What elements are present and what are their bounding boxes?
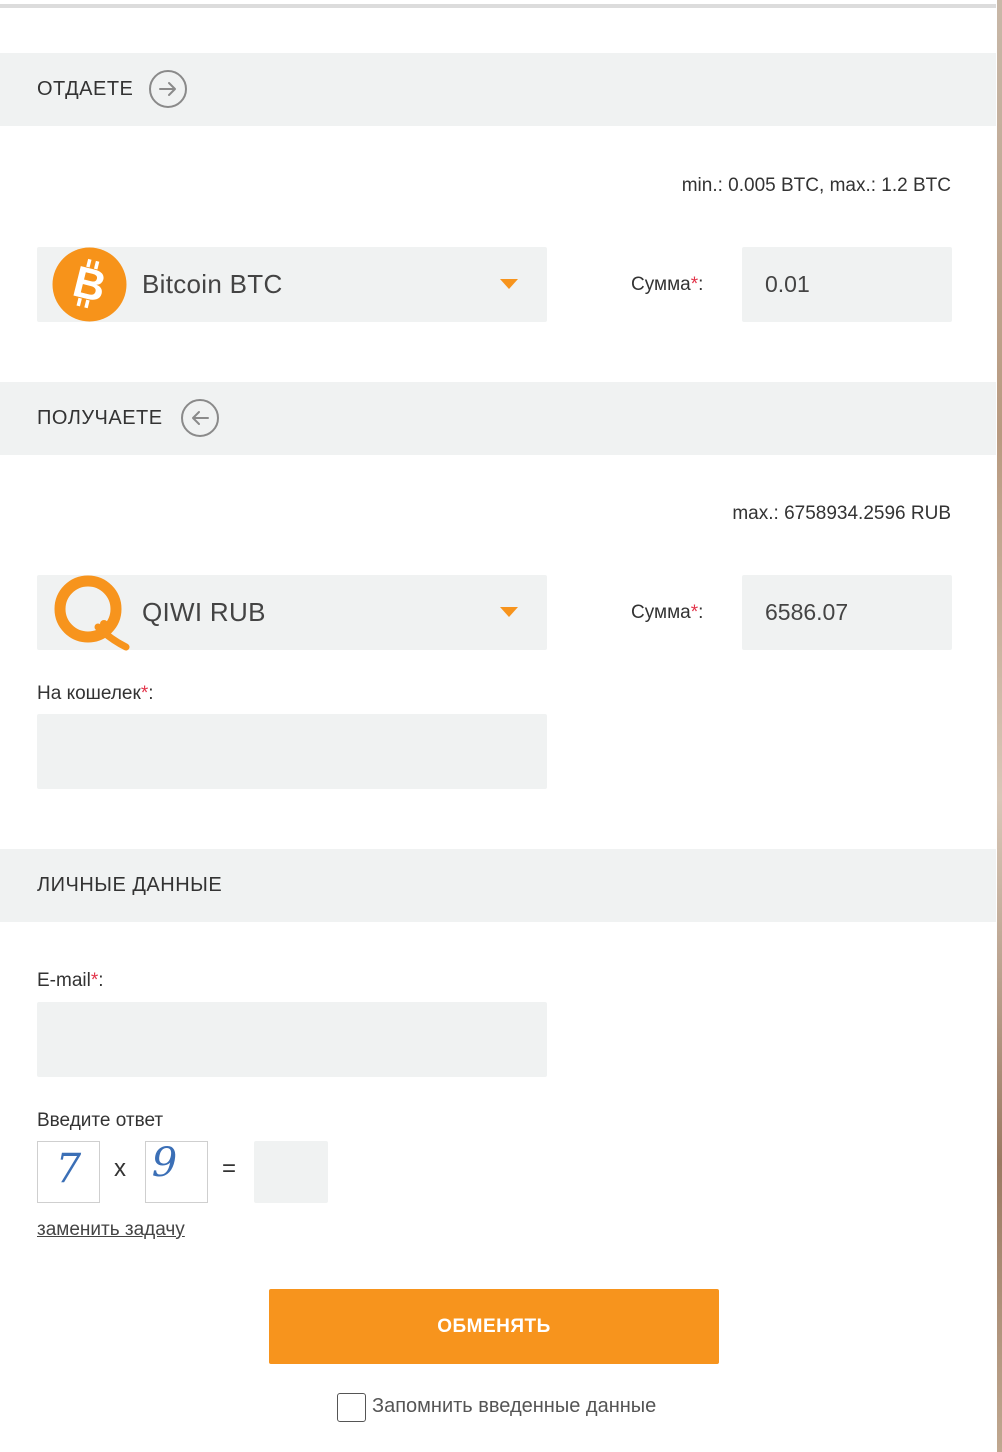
chevron-down-icon[interactable] [500,607,518,617]
give-section-header: ОТДАЕТЕ [0,53,996,126]
give-sum-input[interactable]: 0.01 [742,247,952,322]
give-currency-select[interactable]: B Bitcoin BTC [37,247,547,322]
exchange-button[interactable]: ОБМЕНЯТЬ [269,1289,719,1364]
captcha-digit-a: 7 [55,1146,82,1192]
receive-currency-select[interactable]: QIWI RUB [37,575,547,651]
captcha-label: Введите ответ [37,1110,164,1131]
captcha-image-b: 9 [145,1140,208,1203]
receive-sum-input[interactable]: 6586.07 [742,575,952,650]
qiwi-logo-icon [54,575,130,651]
give-currency-label: Bitcoin BTC [142,269,283,299]
remember-checkbox[interactable] [337,1393,366,1422]
receive-currency-label: QIWI RUB [142,597,266,627]
email-label: E-mail*: [37,970,104,991]
give-sum-label: Сумма*: [631,274,704,295]
captcha-operator: x [114,1155,126,1182]
bitcoin-logo-icon: B [52,247,127,322]
personal-section-header: ЛИЧНЫЕ ДАННЫЕ [0,849,996,922]
wallet-label: На кошелек*: [37,683,154,704]
arrow-left-circle-icon [181,399,219,437]
top-divider [0,4,996,8]
remember-label[interactable]: Запомнить введенные данные [372,1395,656,1418]
replace-captcha-link[interactable]: заменить задачу [37,1219,185,1241]
give-limits: min.: 0.005 BTC, max.: 1.2 BTC [681,175,951,196]
captcha-answer-input[interactable] [254,1141,328,1203]
wallet-input[interactable] [37,714,547,789]
captcha-image-a: 7 [37,1141,100,1203]
captcha-equals: = [222,1155,237,1182]
receive-section-title: ПОЛУЧАЕТЕ [37,407,163,429]
receive-section-header: ПОЛУЧАЕТЕ [0,382,996,455]
give-section-title: ОТДАЕТЕ [37,78,134,100]
background-edge [997,0,1002,1452]
captcha-digit-b: 9 [151,1140,178,1186]
arrow-right-circle-icon [149,70,187,108]
personal-section-title: ЛИЧНЫЕ ДАННЫЕ [37,874,223,896]
receive-limits: max.: 6758934.2596 RUB [732,503,951,524]
chevron-down-icon[interactable] [500,279,518,289]
receive-sum-label: Сумма*: [631,602,704,623]
email-input[interactable] [37,1002,547,1077]
